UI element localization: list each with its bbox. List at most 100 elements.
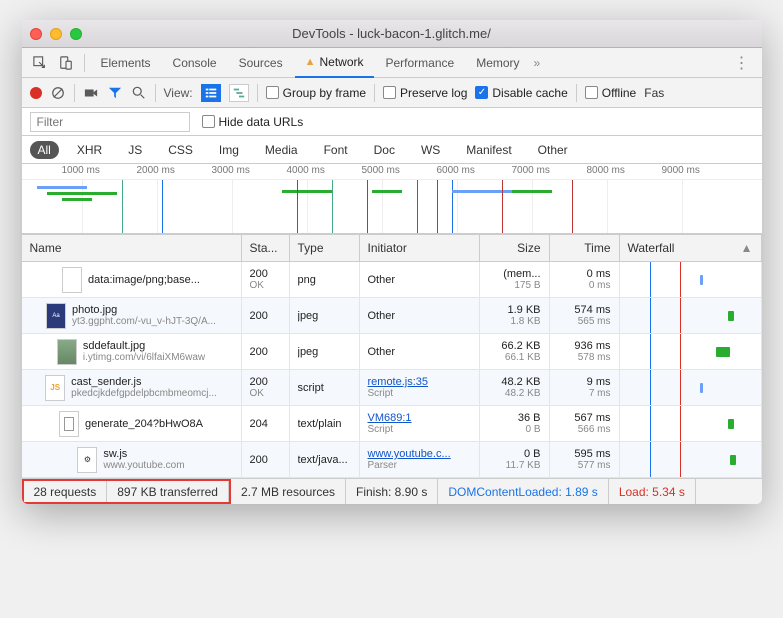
type-doc[interactable]: Doc (366, 141, 403, 159)
cell-size: 36 B0 B (480, 406, 550, 441)
cell-type: text/java... (290, 442, 360, 477)
cell-size: 0 B11.7 KB (480, 442, 550, 477)
cell-type: text/plain (290, 406, 360, 441)
table-row[interactable]: ⚙ sw.jswww.youtube.com 200 text/java... … (22, 442, 762, 478)
cell-type: jpeg (290, 298, 360, 333)
tab-sources[interactable]: Sources (229, 48, 293, 78)
maximize-button[interactable] (70, 28, 82, 40)
col-time[interactable]: Time (550, 235, 620, 261)
cell-initiator: Other (360, 298, 480, 333)
cell-type: png (290, 262, 360, 297)
clear-icon[interactable] (50, 85, 66, 101)
type-all[interactable]: All (30, 141, 59, 159)
panel-tabs: Elements Console Sources ▲Network Perfor… (22, 48, 762, 78)
table-row[interactable]: sddefault.jpgi.ytimg.com/vi/6lfaiXM6waw … (22, 334, 762, 370)
initiator-link[interactable]: remote.js:35 (368, 376, 471, 388)
timeline-overview[interactable]: 1000 ms 2000 ms 3000 ms 4000 ms 5000 ms … (22, 164, 762, 234)
cell-time: 9 ms7 ms (550, 370, 620, 405)
device-icon[interactable] (54, 51, 78, 75)
disable-cache-checkbox[interactable]: ✓Disable cache (475, 86, 567, 100)
traffic-lights (30, 28, 82, 40)
filter-icon[interactable] (107, 85, 123, 101)
cell-initiator: www.youtube.c...Parser (360, 442, 480, 477)
col-name[interactable]: Name (22, 235, 242, 261)
more-tabs-icon[interactable]: » (534, 56, 541, 70)
cell-size: 48.2 KB48.2 KB (480, 370, 550, 405)
cell-status: 200 (242, 298, 290, 333)
throttling-label[interactable]: Fas (644, 86, 664, 100)
cell-status: 200OK (242, 370, 290, 405)
type-other[interactable]: Other (530, 141, 576, 159)
type-manifest[interactable]: Manifest (458, 141, 519, 159)
sort-arrow-icon: ▲ (741, 241, 753, 255)
stat-load: Load: 5.34 s (609, 479, 696, 504)
table-row[interactable]: generate_204?bHwO8A 204 text/plain VM689… (22, 406, 762, 442)
cell-time: 567 ms566 ms (550, 406, 620, 441)
cell-waterfall (620, 442, 762, 477)
status-bar: 28 requests 897 KB transferred 2.7 MB re… (22, 478, 762, 504)
cell-time: 574 ms565 ms (550, 298, 620, 333)
tab-network[interactable]: ▲Network (295, 48, 374, 78)
minimize-button[interactable] (50, 28, 62, 40)
view-list-button[interactable] (201, 84, 221, 102)
inspect-icon[interactable] (28, 51, 52, 75)
cell-initiator: remote.js:35Script (360, 370, 480, 405)
cell-waterfall (620, 370, 762, 405)
stat-dcl: DOMContentLoaded: 1.89 s (438, 479, 608, 504)
type-xhr[interactable]: XHR (69, 141, 110, 159)
type-css[interactable]: CSS (160, 141, 201, 159)
hide-data-urls-checkbox[interactable]: Hide data URLs (202, 115, 304, 129)
filter-input[interactable] (30, 112, 190, 132)
view-waterfall-button[interactable] (229, 84, 249, 102)
window-title: DevTools - luck-bacon-1.glitch.me/ (22, 26, 762, 41)
cell-name: generate_204?bHwO8A (22, 406, 242, 441)
cell-size: 66.2 KB66.1 KB (480, 334, 550, 369)
cell-name: Aa photo.jpgyt3.ggpht.com/-vu_v-hJT-3Q/A… (22, 298, 242, 333)
type-js[interactable]: JS (120, 141, 150, 159)
table-row[interactable]: data:image/png;base... 200OK png Other (… (22, 262, 762, 298)
tab-memory[interactable]: Memory (466, 48, 529, 78)
type-ws[interactable]: WS (413, 141, 448, 159)
cell-waterfall (620, 262, 762, 297)
cell-initiator: VM689:1Script (360, 406, 480, 441)
cell-name: sddefault.jpgi.ytimg.com/vi/6lfaiXM6waw (22, 334, 242, 369)
warning-icon: ▲ (305, 56, 316, 68)
titlebar: DevTools - luck-bacon-1.glitch.me/ (22, 20, 762, 48)
search-icon[interactable] (131, 85, 147, 101)
cell-time: 0 ms0 ms (550, 262, 620, 297)
type-img[interactable]: Img (211, 141, 247, 159)
network-toolbar: View: Group by frame Preserve log ✓Disab… (22, 78, 762, 108)
col-size[interactable]: Size (480, 235, 550, 261)
col-type[interactable]: Type (290, 235, 360, 261)
cell-type: jpeg (290, 334, 360, 369)
record-button[interactable] (30, 87, 42, 99)
cell-size: (mem...175 B (480, 262, 550, 297)
cell-initiator: Other (360, 334, 480, 369)
table-row[interactable]: JS cast_sender.jspkedcjkdefgpdelpbcmbmeo… (22, 370, 762, 406)
cell-status: 200OK (242, 262, 290, 297)
initiator-link[interactable]: www.youtube.c... (368, 448, 471, 460)
close-button[interactable] (30, 28, 42, 40)
tab-elements[interactable]: Elements (91, 48, 161, 78)
col-waterfall[interactable]: Waterfall▲ (620, 235, 762, 261)
group-by-frame-checkbox[interactable]: Group by frame (266, 86, 366, 100)
type-font[interactable]: Font (316, 141, 356, 159)
tab-performance[interactable]: Performance (376, 48, 465, 78)
cell-waterfall (620, 298, 762, 333)
offline-checkbox[interactable]: Offline (585, 86, 636, 100)
table-row[interactable]: Aa photo.jpgyt3.ggpht.com/-vu_v-hJT-3Q/A… (22, 298, 762, 334)
stat-resources: 2.7 MB resources (231, 479, 346, 504)
initiator-link[interactable]: VM689:1 (368, 412, 471, 424)
type-media[interactable]: Media (257, 141, 306, 159)
menu-icon[interactable]: ⋮ (728, 53, 756, 73)
preserve-log-checkbox[interactable]: Preserve log (383, 86, 467, 100)
cell-status: 204 (242, 406, 290, 441)
view-label: View: (164, 86, 193, 100)
col-status[interactable]: Sta... (242, 235, 290, 261)
col-initiator[interactable]: Initiator (360, 235, 480, 261)
cell-name: JS cast_sender.jspkedcjkdefgpdelpbcmbmeo… (22, 370, 242, 405)
cell-status: 200 (242, 334, 290, 369)
tab-console[interactable]: Console (163, 48, 227, 78)
camera-icon[interactable] (83, 85, 99, 101)
cell-waterfall (620, 406, 762, 441)
